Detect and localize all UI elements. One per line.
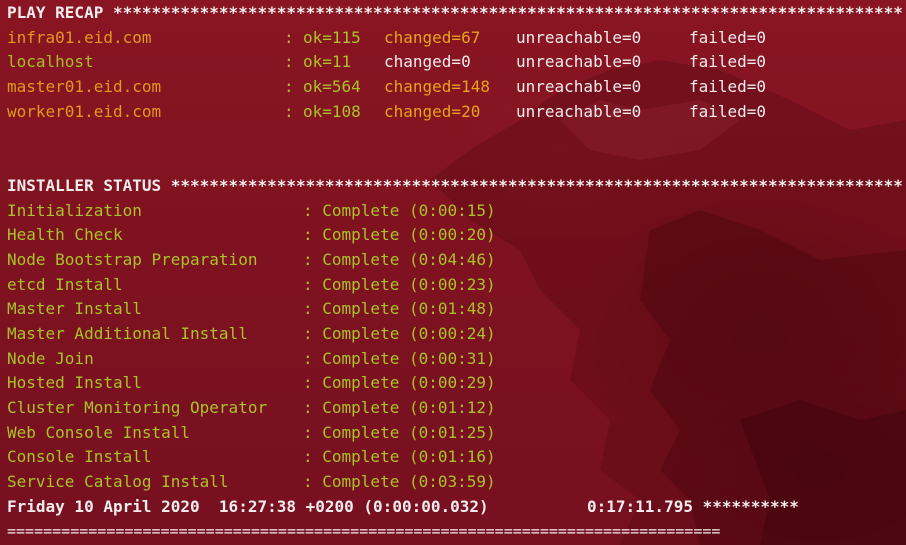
terminal-output: PLAY RECAP *****************************… bbox=[7, 1, 906, 544]
recap-unreachable: unreachable=0 bbox=[516, 101, 642, 121]
phase-name: Master Additional Install bbox=[7, 323, 248, 343]
recap-host: worker01.eid.com bbox=[7, 101, 162, 121]
status-row: Master Additional Install : Complete (0:0… bbox=[7, 322, 906, 347]
recap-colon: : bbox=[284, 52, 304, 72]
status-row: Console Install : Complete (0:01:16) bbox=[7, 445, 906, 470]
phase-status: : Complete (0:00:23) bbox=[303, 274, 496, 294]
timestamp: Friday 10 April 2020 16:27:38 +0200 (0:0… bbox=[7, 496, 489, 516]
status-row: Health Check : Complete (0:00:20) bbox=[7, 223, 906, 248]
recap-changed: changed=148 bbox=[384, 77, 490, 97]
installer-status-header: INSTALLER STATUS ***********************… bbox=[7, 175, 903, 195]
recap-failed: failed=0 bbox=[689, 52, 767, 72]
phase-name: Node Bootstrap Preparation bbox=[7, 249, 258, 269]
status-row: Service Catalog Install : Complete (0:03:… bbox=[7, 470, 906, 495]
recap-row-worker01: worker01.eid.com: ok=108 changed=20 unreac… bbox=[7, 100, 906, 125]
phase-name: Cluster Monitoring Operator bbox=[7, 398, 268, 417]
status-row: Node Bootstrap Preparation : Complete (0:… bbox=[7, 248, 906, 273]
timing-line: Friday 10 April 2020 16:27:38 +0200 (0:0… bbox=[7, 495, 906, 520]
phase-status: : Complete (0:03:59) bbox=[303, 472, 496, 492]
phase-status: : Complete (0:00:24) bbox=[303, 323, 496, 343]
recap-row-infra01: infra01.eid.com: ok=115 changed=67 unreach… bbox=[7, 26, 906, 51]
terminal-window[interactable]: PLAY RECAP *****************************… bbox=[0, 0, 906, 545]
recap-colon: : bbox=[284, 101, 304, 121]
phase-status: : Complete (0:01:12) bbox=[303, 398, 496, 417]
status-row: Web Console Install : Complete (0:01:25) bbox=[7, 421, 906, 446]
recap-ok: ok=11 bbox=[303, 52, 352, 72]
recap-changed: changed=20 bbox=[384, 101, 481, 121]
recap-ok: ok=108 bbox=[303, 101, 361, 121]
recap-row-localhost: localhost: ok=11 changed=0 unreachable=0 fa… bbox=[7, 50, 906, 75]
phase-name: Hosted Install bbox=[7, 373, 142, 393]
phase-status: : Complete (0:01:16) bbox=[303, 447, 496, 467]
phase-name: Master Install bbox=[7, 299, 142, 319]
elapsed-time: 0:17:11.795 ********** bbox=[587, 496, 799, 516]
status-row: etcd Install : Complete (0:00:23) bbox=[7, 273, 906, 298]
recap-unreachable: unreachable=0 bbox=[516, 27, 642, 47]
recap-failed: failed=0 bbox=[689, 77, 767, 97]
phase-name: Node Join bbox=[7, 348, 94, 368]
status-row: Node Join : Complete (0:00:31) bbox=[7, 347, 906, 372]
recap-changed: changed=67 bbox=[384, 27, 481, 47]
status-row: Initialization : Complete (0:00:15) bbox=[7, 199, 906, 224]
phase-status: : Complete (0:00:20) bbox=[303, 225, 496, 245]
phase-name: Health Check bbox=[7, 225, 123, 245]
recap-host: master01.eid.com bbox=[7, 77, 162, 97]
recap-unreachable: unreachable=0 bbox=[516, 52, 642, 72]
recap-failed: failed=0 bbox=[689, 101, 767, 121]
play-recap-header: PLAY RECAP *****************************… bbox=[7, 3, 903, 22]
recap-changed: changed=0 bbox=[384, 52, 471, 72]
status-row: Master Install : Complete (0:01:48) bbox=[7, 297, 906, 322]
phase-status: : Complete (0:04:46) bbox=[303, 249, 496, 269]
status-row: Cluster Monitoring Operator : Complete (0… bbox=[7, 396, 906, 421]
phase-name: etcd Install bbox=[7, 274, 123, 294]
phase-status: : Complete (0:00:29) bbox=[303, 373, 496, 393]
recap-unreachable: unreachable=0 bbox=[516, 77, 642, 97]
phase-name: Initialization bbox=[7, 200, 142, 220]
recap-failed: failed=0 bbox=[689, 27, 767, 47]
recap-host: localhost bbox=[7, 52, 94, 72]
phase-name: Service Catalog Install bbox=[7, 472, 229, 492]
phase-name: Console Install bbox=[7, 447, 152, 467]
recap-row-master01: master01.eid.com: ok=564 changed=148 unrea… bbox=[7, 75, 906, 100]
recap-ok: ok=564 bbox=[303, 77, 361, 97]
phase-status: : Complete (0:01:48) bbox=[303, 299, 496, 319]
recap-ok: ok=115 bbox=[303, 27, 361, 47]
recap-colon: : bbox=[284, 77, 304, 97]
footer-rule: ========================================… bbox=[7, 522, 721, 541]
status-row: Hosted Install : Complete (0:00:29) bbox=[7, 371, 906, 396]
phase-status: : Complete (0:00:15) bbox=[303, 200, 496, 220]
phase-status: : Complete (0:00:31) bbox=[303, 348, 496, 368]
recap-host: infra01.eid.com bbox=[7, 27, 152, 47]
phase-status: : Complete (0:01:25) bbox=[303, 422, 496, 442]
phase-name: Web Console Install bbox=[7, 422, 191, 442]
recap-colon: : bbox=[284, 27, 304, 47]
